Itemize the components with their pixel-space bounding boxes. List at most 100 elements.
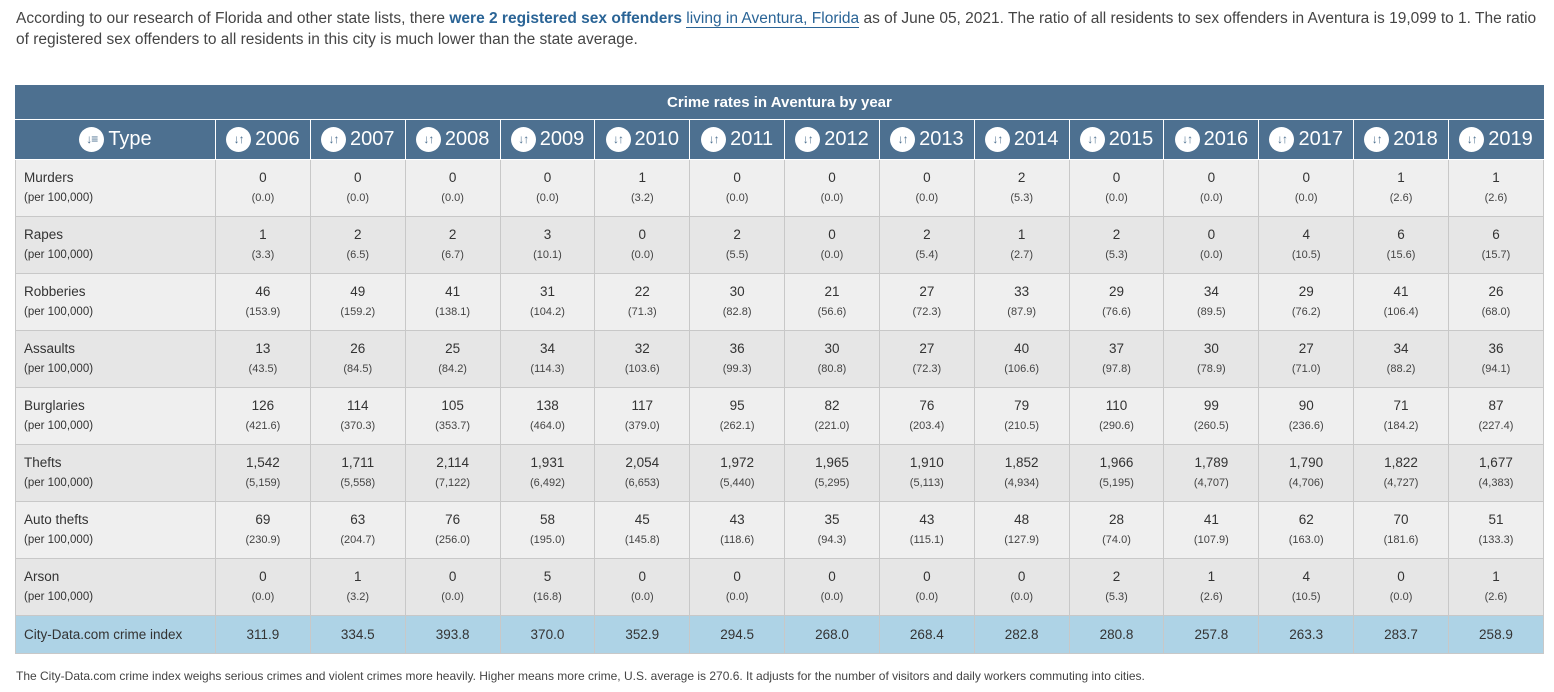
crime-value-cell: 0 (0.0) bbox=[594, 558, 691, 616]
type-column-header[interactable]: ↓≡ Type bbox=[15, 119, 216, 160]
year-column-header[interactable]: ↓↑ 2006 bbox=[215, 119, 311, 160]
crime-type-cell: Rapes (per 100,000) bbox=[15, 216, 216, 274]
sort-arrows-icon[interactable]: ↓↑ bbox=[605, 127, 631, 152]
crime-count: 76 bbox=[445, 512, 461, 527]
crime-rate: (236.6) bbox=[1288, 420, 1324, 432]
year-column-header[interactable]: ↓↑ 2010 bbox=[594, 119, 691, 160]
crime-value-cell: 114 (370.3) bbox=[309, 387, 406, 445]
crime-count: 126 bbox=[251, 398, 275, 413]
crime-count: 49 bbox=[350, 284, 366, 299]
sort-arrows-icon[interactable]: ↓↑ bbox=[510, 127, 536, 152]
crime-rate: (103.6) bbox=[624, 363, 660, 375]
crime-rate: (0.0) bbox=[630, 591, 654, 603]
crime-value-cell: 138 (464.0) bbox=[499, 387, 596, 445]
crime-count: 34 bbox=[1393, 341, 1409, 356]
crime-type-name: Burglaries bbox=[24, 398, 85, 413]
sort-arrows-icon[interactable]: ↓↑ bbox=[1269, 127, 1295, 152]
crime-rate: (0.0) bbox=[536, 192, 559, 204]
crime-rate: (195.0) bbox=[530, 534, 565, 546]
sort-arrows-icon[interactable]: ↓↑ bbox=[1079, 127, 1105, 152]
crime-rate: (5,558) bbox=[340, 477, 376, 489]
sort-list-icon[interactable]: ↓≡ bbox=[79, 127, 105, 152]
year-column-header[interactable]: ↓↑ 2012 bbox=[784, 119, 880, 160]
crime-count: 32 bbox=[634, 341, 650, 356]
aventura-florida-link[interactable]: living in Aventura, Florida bbox=[686, 10, 860, 28]
crime-value-cell: 5 (16.8) bbox=[499, 558, 596, 616]
crime-rate: (0.0) bbox=[1105, 192, 1128, 204]
crime-type-unit: (per 100,000) bbox=[24, 192, 94, 204]
year-column-header[interactable]: ↓↑ 2015 bbox=[1068, 119, 1165, 160]
crime-value-cell: 1,965 (5,295) bbox=[784, 444, 880, 502]
year-column-header[interactable]: ↓↑ 2009 bbox=[499, 119, 596, 160]
crime-index-value: 294.5 bbox=[689, 615, 786, 654]
crime-count: 1 bbox=[1397, 170, 1405, 185]
crime-rate: (260.5) bbox=[1193, 420, 1229, 432]
sort-arrows-icon[interactable]: ↓↑ bbox=[1174, 127, 1200, 152]
crime-rate: (106.4) bbox=[1383, 306, 1419, 318]
year-header-label: 2014 bbox=[1013, 128, 1059, 150]
type-header-label: Type bbox=[108, 128, 152, 150]
crime-value-cell: 0 (0.0) bbox=[784, 558, 880, 616]
year-column-header[interactable]: ↓↑ 2008 bbox=[404, 119, 501, 160]
crime-rate: (10.1) bbox=[533, 249, 562, 261]
crime-rate: (0.0) bbox=[1010, 591, 1033, 603]
crime-type-cell: Auto thefts (per 100,000) bbox=[15, 501, 216, 559]
sort-arrows-icon[interactable]: ↓↑ bbox=[226, 127, 252, 152]
crime-value-cell: 2 (6.5) bbox=[309, 216, 406, 274]
sort-arrows-icon[interactable]: ↓↑ bbox=[415, 127, 441, 152]
crime-rate: (71.3) bbox=[627, 306, 657, 318]
sort-arrows-icon[interactable]: ↓↑ bbox=[321, 127, 347, 152]
crime-count: 2 bbox=[1112, 569, 1121, 584]
sex-offenders-link[interactable]: were 2 registered sex offenders bbox=[449, 10, 682, 27]
crime-type-name: Auto thefts bbox=[24, 512, 89, 527]
crime-type-unit: (per 100,000) bbox=[24, 249, 94, 261]
year-column-header[interactable]: ↓↑ 2016 bbox=[1163, 119, 1260, 160]
year-column-header[interactable]: ↓↑ 2019 bbox=[1447, 119, 1544, 160]
crime-rate: (227.4) bbox=[1478, 420, 1514, 432]
crime-rate: (10.5) bbox=[1291, 249, 1321, 261]
crime-count: 21 bbox=[824, 284, 840, 299]
year-column-header[interactable]: ↓↑ 2018 bbox=[1353, 119, 1449, 160]
crime-rate: (4,707) bbox=[1193, 477, 1229, 489]
sort-arrows-icon[interactable]: ↓↑ bbox=[890, 127, 916, 152]
crime-count: 2 bbox=[448, 227, 457, 242]
crime-rate: (5,295) bbox=[814, 477, 850, 489]
year-column-header[interactable]: ↓↑ 2013 bbox=[878, 119, 975, 160]
crime-rate: (74.0) bbox=[1102, 534, 1131, 546]
crime-rate: (153.9) bbox=[245, 306, 281, 318]
table-header-row: ↓≡ Type ↓↑ 2006 ↓↑ 2007 ↓↑ 2008 ↓↑ 2009 ↓↑ 2010 ↓↑ 2… bbox=[15, 119, 1544, 160]
year-column-header[interactable]: ↓↑ 2007 bbox=[309, 119, 406, 160]
crime-rate: (127.9) bbox=[1004, 534, 1040, 546]
sort-arrows-icon[interactable]: ↓↑ bbox=[701, 127, 727, 152]
crime-rate: (0.0) bbox=[820, 249, 844, 261]
crime-rate: (10.5) bbox=[1291, 591, 1321, 603]
year-column-header[interactable]: ↓↑ 2017 bbox=[1258, 119, 1355, 160]
crime-type-name: Thefts bbox=[24, 455, 62, 470]
crime-index-value: 370.0 bbox=[499, 615, 596, 654]
crime-count: 114 bbox=[347, 398, 369, 413]
crime-count: 70 bbox=[1393, 512, 1409, 527]
crime-value-cell: 90 (236.6) bbox=[1258, 387, 1355, 445]
crime-count: 36 bbox=[1488, 341, 1504, 356]
sort-arrows-icon[interactable]: ↓↑ bbox=[795, 127, 821, 152]
year-column-header[interactable]: ↓↑ 2011 bbox=[689, 119, 786, 160]
crime-count: 0 bbox=[543, 170, 552, 185]
year-header-label: 2007 bbox=[350, 128, 395, 150]
crime-rate: (0.0) bbox=[915, 192, 939, 204]
year-column-header[interactable]: ↓↑ 2014 bbox=[973, 119, 1070, 160]
crime-count: 117 bbox=[631, 398, 654, 413]
crime-type-cell: Assaults (per 100,000) bbox=[15, 330, 216, 388]
intro-text-1: According to our research of Florida and… bbox=[16, 10, 450, 27]
crime-count: 0 bbox=[638, 227, 647, 242]
sort-arrows-icon[interactable]: ↓↑ bbox=[1364, 127, 1390, 152]
sort-arrows-icon[interactable]: ↓↑ bbox=[1459, 127, 1485, 152]
crime-index-value: 311.9 bbox=[215, 615, 311, 654]
crime-rate: (118.6) bbox=[720, 534, 755, 546]
crime-value-cell: 34 (114.3) bbox=[499, 330, 596, 388]
crime-value-cell: 1,972 (5,440) bbox=[689, 444, 786, 502]
crime-rate: (89.5) bbox=[1196, 306, 1226, 318]
sort-arrows-icon[interactable]: ↓↑ bbox=[984, 127, 1010, 152]
crime-value-cell: 1 (3.2) bbox=[594, 159, 691, 217]
crime-type-unit: (per 100,000) bbox=[24, 420, 94, 432]
crime-rate: (133.3) bbox=[1478, 534, 1514, 546]
